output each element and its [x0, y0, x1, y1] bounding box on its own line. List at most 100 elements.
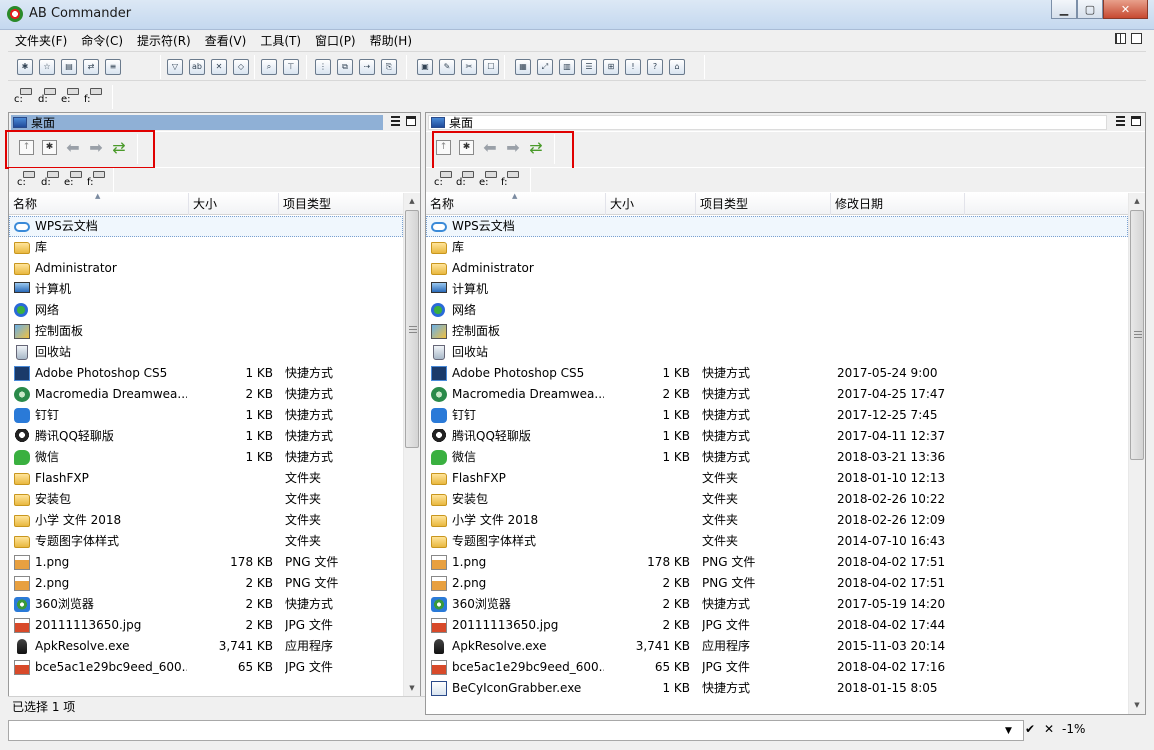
file-row[interactable]: 库: [426, 237, 1128, 258]
scroll-up-icon[interactable]: ▲: [404, 193, 420, 210]
new-folder-icon[interactable]: ✱: [17, 59, 33, 75]
copy-icon[interactable]: ⧉: [337, 59, 353, 75]
compare-icon[interactable]: ◇: [233, 59, 249, 75]
column-type[interactable]: 项目类型: [279, 193, 405, 215]
details-icon[interactable]: ☰: [581, 59, 597, 75]
left-scroll-thumb[interactable]: [405, 210, 419, 448]
file-row[interactable]: 20111113650.jpg 2 KB JPG 文件 2018-04-02 17:4…: [426, 615, 1128, 636]
file-row[interactable]: 360浏览器 2 KB 快捷方式 2017-05-19 14:20: [426, 594, 1128, 615]
split-view-icon[interactable]: [1115, 33, 1126, 44]
file-row[interactable]: WPS云文档: [9, 216, 403, 237]
execute-button[interactable]: ✔: [1025, 722, 1035, 736]
file-row[interactable]: 腾讯QQ轻聊版 1 KB 快捷方式: [9, 426, 403, 447]
left-vertical-scrollbar[interactable]: ▲ ▼: [403, 193, 420, 697]
scroll-up-icon[interactable]: ▲: [1129, 193, 1145, 210]
file-row[interactable]: 控制面板: [9, 321, 403, 342]
drive-f-button[interactable]: f:: [84, 88, 104, 105]
chevron-down-icon[interactable]: ▼: [1005, 726, 1012, 736]
file-row[interactable]: FlashFXP 文件夹 2018-01-10 12:13: [426, 468, 1128, 489]
file-row[interactable]: 计算机: [426, 279, 1128, 300]
drive-d-button[interactable]: d:: [456, 171, 476, 188]
file-row[interactable]: 钉钉 1 KB 快捷方式 2017-12-25 7:45: [426, 405, 1128, 426]
help-icon[interactable]: ?: [647, 59, 663, 75]
right-scroll-thumb[interactable]: [1130, 210, 1144, 460]
file-row[interactable]: 网络: [9, 300, 403, 321]
file-row[interactable]: 2.png 2 KB PNG 文件: [9, 573, 403, 594]
file-row[interactable]: 专题图字体样式 文件夹: [9, 531, 403, 552]
properties-icon[interactable]: ▤: [61, 59, 77, 75]
cancel-button[interactable]: ✕: [1044, 722, 1054, 736]
file-row[interactable]: ApkResolve.exe 3,741 KB 应用程序 2015-11-03 20:…: [426, 636, 1128, 657]
file-row[interactable]: Macromedia Dreamwea... 2 KB 快捷方式: [9, 384, 403, 405]
file-row[interactable]: 1.png 178 KB PNG 文件: [9, 552, 403, 573]
file-row[interactable]: Administrator: [9, 258, 403, 279]
file-row[interactable]: 钉钉 1 KB 快捷方式: [9, 405, 403, 426]
menu-command[interactable]: 命令(C): [74, 30, 130, 50]
drive-c-button[interactable]: c:: [17, 171, 37, 188]
file-view-icon[interactable]: ≡: [105, 59, 121, 75]
file-row[interactable]: Adobe Photoshop CS5 1 KB 快捷方式 2017-05-24 9:…: [426, 363, 1128, 384]
menu-prompt[interactable]: 提示符(R): [130, 30, 198, 50]
menu-view[interactable]: 查看(V): [198, 30, 254, 50]
single-view-icon[interactable]: [1131, 33, 1142, 44]
panel-menu-icon[interactable]: [391, 116, 400, 126]
drive-c-button[interactable]: c:: [434, 171, 454, 188]
file-row[interactable]: 腾讯QQ轻聊版 1 KB 快捷方式 2017-04-11 12:37: [426, 426, 1128, 447]
file-row[interactable]: 360浏览器 2 KB 快捷方式: [9, 594, 403, 615]
maximize-button[interactable]: ▢: [1077, 0, 1103, 19]
column-type[interactable]: 项目类型: [696, 193, 831, 215]
select-icon[interactable]: ☐: [483, 59, 499, 75]
unpack-icon[interactable]: ▣: [417, 59, 433, 75]
file-row[interactable]: 控制面板: [426, 321, 1128, 342]
drive-e-button[interactable]: e:: [64, 171, 84, 188]
file-row[interactable]: 网络: [426, 300, 1128, 321]
file-row[interactable]: 小学 文件 2018 文件夹 2018-02-26 12:09: [426, 510, 1128, 531]
right-vertical-scrollbar[interactable]: ▲ ▼: [1128, 193, 1145, 714]
file-row[interactable]: Adobe Photoshop CS5 1 KB 快捷方式: [9, 363, 403, 384]
close-button[interactable]: ✕: [1103, 0, 1148, 19]
drive-e-button[interactable]: e:: [479, 171, 499, 188]
edit-icon[interactable]: ✎: [439, 59, 455, 75]
file-row[interactable]: 安装包 文件夹 2018-02-26 10:22: [426, 489, 1128, 510]
menu-window[interactable]: 窗口(P): [308, 30, 363, 50]
drive-d-button[interactable]: d:: [41, 171, 61, 188]
layout-icon[interactable]: ▥: [559, 59, 575, 75]
file-row[interactable]: 专题图字体样式 文件夹 2014-07-10 16:43: [426, 531, 1128, 552]
notify-icon[interactable]: !: [625, 59, 641, 75]
menu-help[interactable]: 帮助(H): [363, 30, 419, 50]
move-icon[interactable]: ⇢: [359, 59, 375, 75]
picture-icon[interactable]: ▦: [515, 59, 531, 75]
file-row[interactable]: 回收站: [426, 342, 1128, 363]
delete-icon[interactable]: ✕: [211, 59, 227, 75]
file-row[interactable]: 2.png 2 KB PNG 文件 2018-04-02 17:51: [426, 573, 1128, 594]
panel-maximize-icon[interactable]: [1131, 116, 1141, 126]
command-input[interactable]: [8, 720, 1024, 741]
file-row[interactable]: 安装包 文件夹: [9, 489, 403, 510]
right-panel-path[interactable]: 桌面: [428, 115, 1107, 130]
scroll-down-icon[interactable]: ▼: [404, 680, 420, 697]
minimize-button[interactable]: ▁: [1051, 0, 1077, 19]
file-row[interactable]: Administrator: [426, 258, 1128, 279]
file-row[interactable]: 微信 1 KB 快捷方式 2018-03-21 13:36: [426, 447, 1128, 468]
file-row[interactable]: 微信 1 KB 快捷方式: [9, 447, 403, 468]
file-row[interactable]: 小学 文件 2018 文件夹: [9, 510, 403, 531]
file-row[interactable]: BeCyIconGrabber.exe 1 KB 快捷方式 2018-01-15 8:…: [426, 678, 1128, 699]
drive-c-button[interactable]: c:: [14, 88, 34, 105]
scroll-down-icon[interactable]: ▼: [1129, 697, 1145, 714]
file-row[interactable]: WPS云文档: [426, 216, 1128, 237]
favorites-icon[interactable]: ☆: [39, 59, 55, 75]
file-row[interactable]: 1.png 178 KB PNG 文件 2018-04-02 17:51: [426, 552, 1128, 573]
menu-tools[interactable]: 工具(T): [253, 30, 308, 50]
drive-f-button[interactable]: f:: [87, 171, 107, 188]
drive-e-button[interactable]: e:: [61, 88, 81, 105]
file-row[interactable]: 回收站: [9, 342, 403, 363]
file-row[interactable]: bce5ac1e29bc9eed_600... 65 KB JPG 文件 2018-0…: [426, 657, 1128, 678]
drive-f-button[interactable]: f:: [501, 171, 521, 188]
file-row[interactable]: 20111113650.jpg 2 KB JPG 文件: [9, 615, 403, 636]
find-icon[interactable]: ⌕: [261, 59, 277, 75]
fullscreen-icon[interactable]: ⤢: [537, 59, 553, 75]
menu-folder[interactable]: 文件夹(F): [8, 30, 74, 50]
cart-icon[interactable]: ⊞: [603, 59, 619, 75]
tree-icon[interactable]: ⊤: [283, 59, 299, 75]
filter-icon[interactable]: ▽: [167, 59, 183, 75]
